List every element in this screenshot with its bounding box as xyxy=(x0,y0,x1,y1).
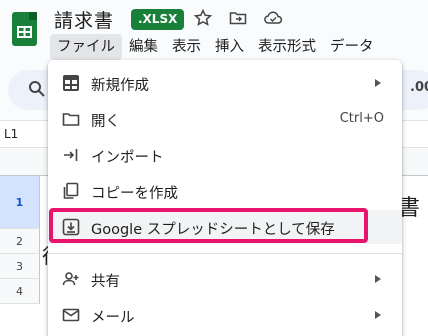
menu-item-email[interactable]: メール xyxy=(48,298,402,332)
menu-item-label: メール xyxy=(91,310,135,326)
menu-item-open[interactable]: 開く Ctrl+O xyxy=(48,102,402,136)
submenu-arrow-icon xyxy=(375,275,381,283)
menu-bar: ファイル 編集 表示 挿入 表示形式 データ xyxy=(50,34,381,60)
menu-item-label: コピーを作成 xyxy=(91,186,178,202)
move-to-folder-icon[interactable] xyxy=(228,8,248,28)
menu-item-import[interactable]: インポート xyxy=(48,138,402,172)
decimal-format-button[interactable]: .00 xyxy=(410,80,428,95)
mail-icon xyxy=(62,308,80,322)
menu-edit[interactable]: 編集 xyxy=(122,34,165,60)
name-box[interactable]: L1 xyxy=(4,127,18,141)
new-sheet-icon xyxy=(63,75,79,91)
star-icon[interactable] xyxy=(193,8,213,28)
import-icon xyxy=(64,149,78,161)
menu-item-label: 開く xyxy=(91,114,120,130)
file-extension-badge: .XLSX xyxy=(131,9,185,30)
row-header-1[interactable]: 1 xyxy=(0,176,40,229)
menu-insert[interactable]: 挿入 xyxy=(208,34,251,60)
folder-icon xyxy=(62,113,80,126)
menu-file[interactable]: ファイル xyxy=(50,34,122,60)
menu-divider xyxy=(48,253,402,254)
menu-item-make-copy[interactable]: コピーを作成 xyxy=(48,174,402,208)
menu-data[interactable]: データ xyxy=(323,34,381,60)
cloud-saved-icon[interactable] xyxy=(263,8,283,28)
search-menus-icon[interactable] xyxy=(28,80,46,98)
row-header-2[interactable]: 2 xyxy=(0,229,40,254)
shortcut-hint: Ctrl+O xyxy=(339,111,384,126)
menu-item-label: インポート xyxy=(91,150,164,166)
annotation-highlight-box xyxy=(49,208,368,243)
menu-item-label: 新規作成 xyxy=(91,78,149,94)
menu-view[interactable]: 表示 xyxy=(165,34,208,60)
copy-icon xyxy=(63,182,79,199)
share-person-icon xyxy=(62,272,79,286)
sheets-logo-icon[interactable] xyxy=(12,12,37,46)
submenu-arrow-icon xyxy=(375,311,381,319)
menu-item-label: 共有 xyxy=(91,274,120,290)
menu-item-share[interactable]: 共有 xyxy=(48,262,402,296)
row-header-4[interactable]: 4 xyxy=(0,279,40,304)
document-title[interactable]: 請求書 xyxy=(54,6,114,33)
menu-format[interactable]: 表示形式 xyxy=(251,34,323,60)
submenu-arrow-icon xyxy=(375,79,381,87)
row-header-3[interactable]: 3 xyxy=(0,254,40,279)
menu-item-new[interactable]: 新規作成 xyxy=(48,66,402,100)
file-menu-dropdown: 新規作成 開く Ctrl+O インポート コピーを作成 Google スプレッド… xyxy=(48,60,402,336)
